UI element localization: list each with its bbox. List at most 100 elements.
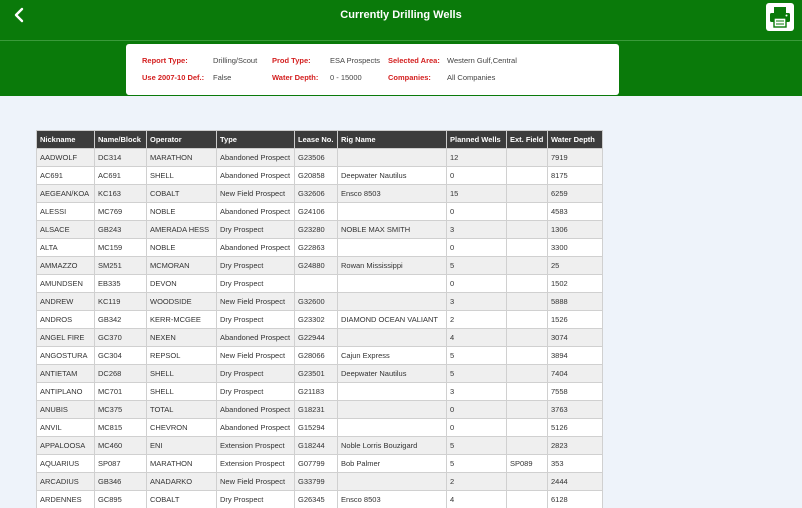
table-row[interactable]: ANTIETAM DC268 SHELL Dry Prospect G23501 Deep… [36, 364, 603, 383]
column-header[interactable]: Type [216, 130, 295, 149]
table-row[interactable]: ANGEL FIRE GC370 NEXEN Abandoned Prospect G2… [36, 328, 603, 347]
table-cell [506, 436, 548, 455]
table-cell: MCMORAN [146, 256, 217, 275]
print-button[interactable] [766, 3, 794, 31]
table-row[interactable]: AMUNDSEN EB335 DEVON Dry Prospect 0 1502 [36, 274, 603, 293]
table-cell [337, 472, 447, 491]
table-cell [506, 184, 548, 203]
table-cell: 3 [446, 292, 507, 311]
table-cell: Ensco 8503 [337, 490, 447, 508]
table-cell: New Field Prospect [216, 184, 295, 203]
table-cell: ANGEL FIRE [36, 328, 95, 347]
table-cell: 8175 [547, 166, 603, 185]
table-cell: G24880 [294, 256, 338, 275]
table-cell: Abandoned Prospect [216, 238, 295, 257]
table-cell: 25 [547, 256, 603, 275]
table-cell: AADWOLF [36, 148, 95, 167]
table-cell: Extension Prospect [216, 436, 295, 455]
table-row[interactable]: ALESSI MC769 NOBLE Abandoned Prospect G24106… [36, 202, 603, 221]
table-cell: AC691 [94, 166, 147, 185]
table-cell: ANDREW [36, 292, 95, 311]
table-cell: ANDROS [36, 310, 95, 329]
table-row[interactable]: ANVIL MC815 CHEVRON Abandoned Prospect G1529… [36, 418, 603, 437]
header-divider [0, 40, 802, 41]
table-cell: 15 [446, 184, 507, 203]
table-cell: 5888 [547, 292, 603, 311]
table-row[interactable]: AQUARIUS SP087 MARATHON Extension Prospect G… [36, 454, 603, 473]
table-cell: Dry Prospect [216, 364, 295, 383]
table-row[interactable]: ANTIPLANO MC701 SHELL Dry Prospect G21183 3 75… [36, 382, 603, 401]
table-cell: ANVIL [36, 418, 95, 437]
column-header[interactable]: Operator [146, 130, 217, 149]
table-cell: MC701 [94, 382, 147, 401]
table-cell: 2444 [547, 472, 603, 491]
column-header[interactable]: Ext. Field [506, 130, 548, 149]
table-cell: 0 [446, 202, 507, 221]
table-cell: G21183 [294, 382, 338, 401]
table-cell: 1306 [547, 220, 603, 239]
column-header[interactable]: Lease No. [294, 130, 338, 149]
table-cell: Dry Prospect [216, 220, 295, 239]
column-header[interactable]: Water Depth [547, 130, 603, 149]
table-cell: WOODSIDE [146, 292, 217, 311]
table-row[interactable]: AADWOLF DC314 MARATHON Abandoned Prospect G2… [36, 148, 603, 167]
table-cell: ALSACE [36, 220, 95, 239]
water-depth-value: 0 - 15000 [330, 73, 362, 82]
table-row[interactable]: APPALOOSA MC460 ENI Extension Prospect G1824… [36, 436, 603, 455]
table-cell [506, 490, 548, 508]
table-cell: AEGEAN/KOA [36, 184, 95, 203]
table-row[interactable]: ANDREW KC119 WOODSIDE New Field Prospect G32… [36, 292, 603, 311]
table-cell: ANGOSTURA [36, 346, 95, 365]
table-cell [337, 148, 447, 167]
table-cell: SM251 [94, 256, 147, 275]
table-cell [506, 328, 548, 347]
column-header[interactable]: Name/Block [94, 130, 147, 149]
table-cell: COBALT [146, 490, 217, 508]
table-cell: 12 [446, 148, 507, 167]
table-row[interactable]: AEGEAN/KOA KC163 COBALT New Field Prospect G… [36, 184, 603, 203]
table-cell: NEXEN [146, 328, 217, 347]
table-cell: CHEVRON [146, 418, 217, 437]
table-row[interactable]: AC691 AC691 SHELL Abandoned Prospect G20858 D… [36, 166, 603, 185]
table-cell: 4 [446, 490, 507, 508]
table-cell: MC815 [94, 418, 147, 437]
table-cell: G28066 [294, 346, 338, 365]
table-cell: COBALT [146, 184, 217, 203]
table-row[interactable]: ANDROS GB342 KERR-MCGEE Dry Prospect G23302 D… [36, 310, 603, 329]
table-cell: ANUBIS [36, 400, 95, 419]
table-row[interactable]: ARCADIUS GB346 ANADARKO New Field Prospect G… [36, 472, 603, 491]
report-type-label: Report Type: [142, 56, 188, 65]
table-cell [506, 148, 548, 167]
column-header[interactable]: Planned Wells [446, 130, 507, 149]
column-header[interactable]: Nickname [36, 130, 95, 149]
table-cell: 5 [446, 346, 507, 365]
table-cell: REPSOL [146, 346, 217, 365]
table-cell: DEVON [146, 274, 217, 293]
table-cell: KERR-MCGEE [146, 310, 217, 329]
table-cell: Extension Prospect [216, 454, 295, 473]
table-cell: 1526 [547, 310, 603, 329]
table-cell: G32600 [294, 292, 338, 311]
table-row[interactable]: ANGOSTURA GC304 REPSOL New Field Prospect G2… [36, 346, 603, 365]
table-row[interactable]: AMMAZZO SM251 MCMORAN Dry Prospect G24880 Row… [36, 256, 603, 275]
table-cell: MARATHON [146, 148, 217, 167]
table-cell: 3074 [547, 328, 603, 347]
table-cell: AMMAZZO [36, 256, 95, 275]
table-cell: 4583 [547, 202, 603, 221]
table-cell: 5126 [547, 418, 603, 437]
table-row[interactable]: ANUBIS MC375 TOTAL Abandoned Prospect G18231… [36, 400, 603, 419]
column-header[interactable]: Rig Name [337, 130, 447, 149]
table-row[interactable]: ALSACE GB243 AMERADA HESS Dry Prospect G2328… [36, 220, 603, 239]
prod-type-value: ESA Prospects [330, 56, 381, 65]
report-type-value: Drilling/Scout [213, 56, 258, 65]
table-row[interactable]: ALTA MC159 NOBLE Abandoned Prospect G22863 0 3… [36, 238, 603, 257]
table-cell: G20858 [294, 166, 338, 185]
table-cell: SHELL [146, 382, 217, 401]
table-cell: ALTA [36, 238, 95, 257]
table-cell: 4 [446, 328, 507, 347]
table-row[interactable]: ARDENNES GC895 COBALT Dry Prospect G26345 Ens… [36, 490, 603, 508]
table-cell: Abandoned Prospect [216, 400, 295, 419]
table-cell: GC370 [94, 328, 147, 347]
table-cell: New Field Prospect [216, 292, 295, 311]
table-cell: Noble Lorris Bouzigard [337, 436, 447, 455]
